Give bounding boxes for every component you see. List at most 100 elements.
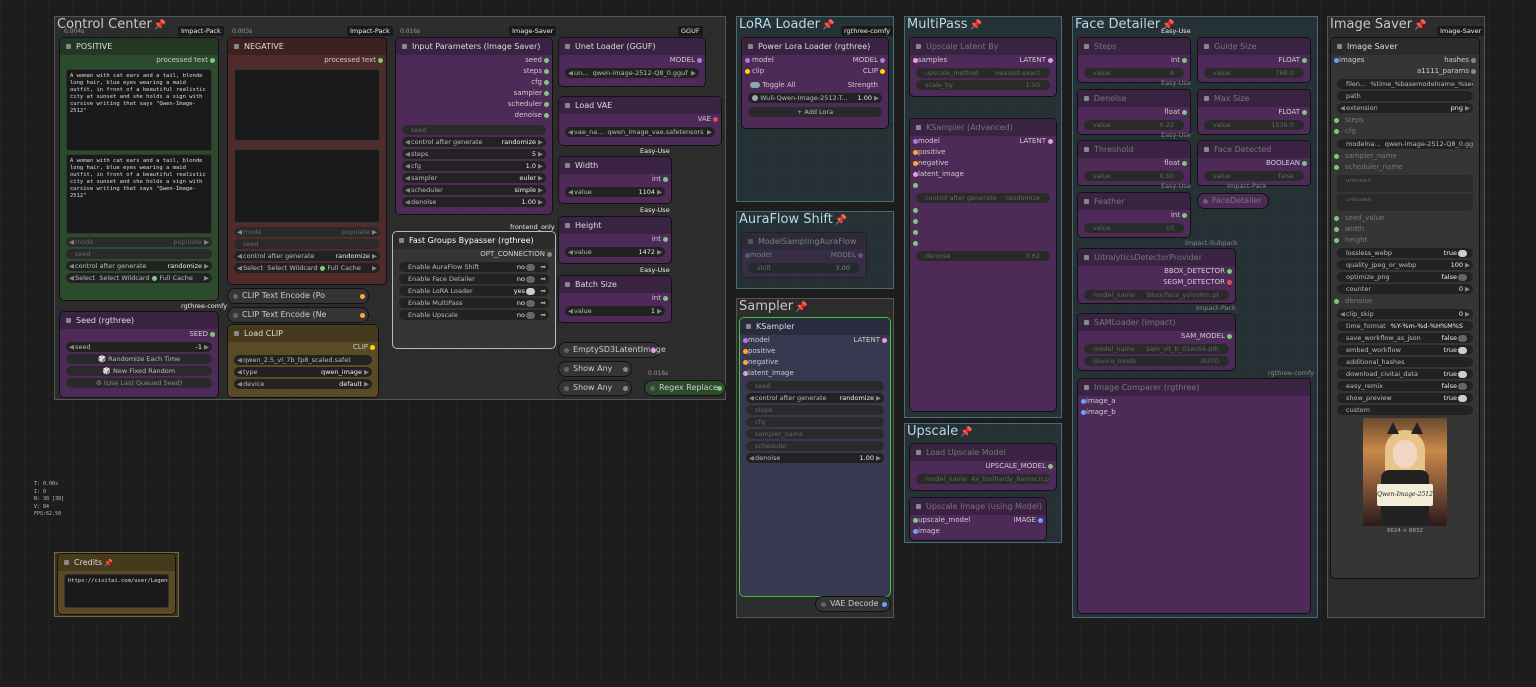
regex-replace-node[interactable]: Regex Replace <box>645 381 725 395</box>
fd-guide-size-node[interactable]: Guide Size FLOAT value 768.0 <box>1198 38 1310 82</box>
seed-field[interactable]: seed <box>66 249 212 259</box>
new-fixed-random-button[interactable]: 🎲 New Fixed Random <box>66 366 212 376</box>
input-dot[interactable] <box>745 58 750 63</box>
output-dot[interactable] <box>1227 334 1232 339</box>
output-dot[interactable] <box>1182 213 1187 218</box>
output-dot[interactable] <box>717 385 722 391</box>
group-toggle[interactable]: Enable LoRA Loader yes ➡ <box>399 286 549 296</box>
input-parameters-node[interactable]: Input Parameters (Image Saver) seed steps… <box>396 38 552 214</box>
saver-option[interactable]: custom <box>1337 405 1473 415</box>
param-widget[interactable]: ◀ steps 5 ▶ <box>402 149 546 159</box>
output-dot[interactable] <box>544 113 549 118</box>
negative-node[interactable]: NEGATIVE processed text ◀ mode populate ▶ s… <box>228 38 386 284</box>
upscale-method-select[interactable]: upscale_method nearest-exact <box>916 68 1050 78</box>
output-dot[interactable] <box>544 58 549 63</box>
control-after-generate-select[interactable]: ◀ control after generate randomize ▶ <box>234 251 380 261</box>
param-widget[interactable]: ◀ cfg 1.0 ▶ <box>402 161 546 171</box>
output-dot[interactable] <box>1038 518 1043 523</box>
unet-name-select[interactable]: ◀ un... qwen-image-2512-Q8_0.gguf ▶ <box>565 68 699 78</box>
saver-option[interactable]: lossless_webp true <box>1337 248 1473 258</box>
input-dot[interactable] <box>1334 118 1339 123</box>
group-toggle[interactable]: Enable Face Detailer no ➡ <box>399 274 549 284</box>
input-dot[interactable] <box>913 161 918 166</box>
cfg-field[interactable]: cfg <box>746 417 884 427</box>
fd-max-size-node[interactable]: Max Size FLOAT value 1536.0 <box>1198 90 1310 134</box>
batch-size-node[interactable]: Batch Size int ◀ value 1 ▶ <box>559 276 671 322</box>
saver-option[interactable]: save_workflow_as_json false <box>1337 333 1473 343</box>
input-dot[interactable] <box>1334 165 1339 170</box>
clip-text-encode-positive[interactable]: CLIP Text Encode (Po <box>228 289 368 303</box>
input-dot[interactable] <box>1081 399 1086 404</box>
shift-input[interactable]: shift 3.00 <box>748 263 860 273</box>
input-dot[interactable] <box>913 150 918 155</box>
add-lora-button[interactable]: + Add Lora <box>748 107 882 117</box>
control-after-generate-select[interactable]: ◀ control after generate randomize ▶ <box>746 393 884 403</box>
output-dot[interactable] <box>1182 110 1187 115</box>
wildcard-select[interactable]: ◀ Select Select Wildcard ● Full Cache ▶ <box>66 273 212 283</box>
param-widget[interactable]: ◀ sampler euler ▶ <box>402 173 546 183</box>
input-dot[interactable] <box>745 69 750 74</box>
output-dot[interactable] <box>544 80 549 85</box>
output-dot[interactable] <box>1227 280 1232 285</box>
seed-field[interactable]: seed <box>234 239 380 249</box>
show-any-node[interactable]: Show Any <box>559 362 631 376</box>
clip-type-select[interactable]: ◀ type qwen_image ▶ <box>234 367 372 377</box>
control-after-generate-select[interactable]: control after generate randomize <box>916 193 1050 203</box>
output-dot[interactable] <box>882 338 887 343</box>
unet-loader-node[interactable]: Unet Loader (GGUF) MODEL ◀ un... qwen-ima… <box>559 38 705 86</box>
output-dot[interactable] <box>623 366 628 372</box>
output-dot[interactable] <box>882 601 887 607</box>
param-widget[interactable]: ◀ denoise 1.00 ▶ <box>402 197 546 207</box>
toggle-all-row[interactable]: Toggle All Strength <box>742 80 888 91</box>
output-dot[interactable] <box>210 332 215 337</box>
height-input[interactable]: ◀ value 1472 ▶ <box>565 247 665 257</box>
path-input[interactable]: path <box>1337 91 1473 101</box>
clip-text-encode-negative[interactable]: CLIP Text Encode (Ne <box>228 308 368 322</box>
input-dot[interactable] <box>913 241 918 246</box>
input-dot[interactable] <box>1334 299 1339 304</box>
fd-steps-node[interactable]: Steps int value 4 <box>1078 38 1190 82</box>
output-dot[interactable] <box>1471 69 1476 74</box>
preview-image[interactable]: Qwen-Image-2512 <box>1363 418 1447 526</box>
param-widget[interactable]: ◀ scheduler simple ▶ <box>402 185 546 195</box>
output-dot[interactable] <box>623 385 628 391</box>
denoise-input[interactable]: value 0.22 <box>1084 120 1184 130</box>
input-dot[interactable] <box>1081 410 1086 415</box>
mode-select[interactable]: ◀ mode populate ▶ <box>66 237 212 247</box>
output-dot[interactable] <box>1227 269 1232 274</box>
lora-entry[interactable]: Wuli-Qwen-Image-2512-T... 1.00 ▶ <box>748 93 882 103</box>
wildcard-select[interactable]: ◀ Select Select Wildcard ● Full Cache ▶ <box>234 263 380 273</box>
input-dot[interactable] <box>913 219 918 224</box>
width-node[interactable]: Width int ◀ value 1104 ▶ <box>559 157 671 203</box>
group-toggle[interactable]: Enable Upscale no ➡ <box>399 310 549 320</box>
output-dot[interactable] <box>1048 464 1053 469</box>
group-toggle[interactable]: Enable MultiPass no ➡ <box>399 298 549 308</box>
fd-face-detected-node[interactable]: Face Detected BOOLEAN value false <box>1198 141 1310 185</box>
sam-model-select[interactable]: model_name sam_vit_b_01ec64.pth <box>1084 344 1229 354</box>
output-dot[interactable] <box>544 102 549 107</box>
input-dot[interactable] <box>913 230 918 235</box>
denoise-input[interactable]: denoise 0.62 <box>916 251 1050 261</box>
param-widget[interactable]: ◀ control after generate randomize ▶ <box>402 137 546 147</box>
saver-option[interactable]: embed_workflow true <box>1337 345 1473 355</box>
use-last-seed-button[interactable]: ♻ (Use Last Queued Seed) <box>66 378 212 388</box>
output-dot[interactable] <box>1048 58 1053 63</box>
output-dot[interactable] <box>663 177 668 182</box>
load-upscale-model-node[interactable]: Load Upscale Model UPSCALE_MODEL model_n… <box>910 444 1056 490</box>
clip-skip-input[interactable]: ◀ clip_skip 0 ▶ <box>1337 309 1473 319</box>
load-vae-node[interactable]: Load VAE VAE ◀ vae_na... qwen_image_vae.s… <box>559 97 721 145</box>
input-dot[interactable] <box>743 349 748 354</box>
feather-input[interactable]: value 10 <box>1084 223 1184 233</box>
denoise-input[interactable]: ◀ denoise 1.00 ▶ <box>746 453 884 463</box>
filename-input[interactable]: filen... %time_%basemodelname_%seed <box>1337 79 1473 89</box>
input-dot[interactable] <box>743 371 748 376</box>
power-lora-loader-node[interactable]: Power Lora Loader (rgthree) model MODEL c… <box>742 38 888 128</box>
seed-node[interactable]: Seed (rgthree) SEED ◀ seed -1 ▶ 🎲 Randomize… <box>60 312 218 397</box>
empty-latent-node[interactable]: EmptySD3LatentImage <box>559 343 666 357</box>
unknown-field[interactable]: unknown <box>1337 175 1473 192</box>
input-dot[interactable] <box>1334 238 1339 243</box>
positive-node[interactable]: POSITIVE processed text A woman with cat… <box>60 38 218 300</box>
input-dot[interactable] <box>1334 227 1339 232</box>
sampler-field[interactable]: sampler_name <box>746 429 884 439</box>
fast-groups-bypasser-node[interactable]: Fast Groups Bypasser (rgthree) OPT_CONNE… <box>393 232 555 348</box>
